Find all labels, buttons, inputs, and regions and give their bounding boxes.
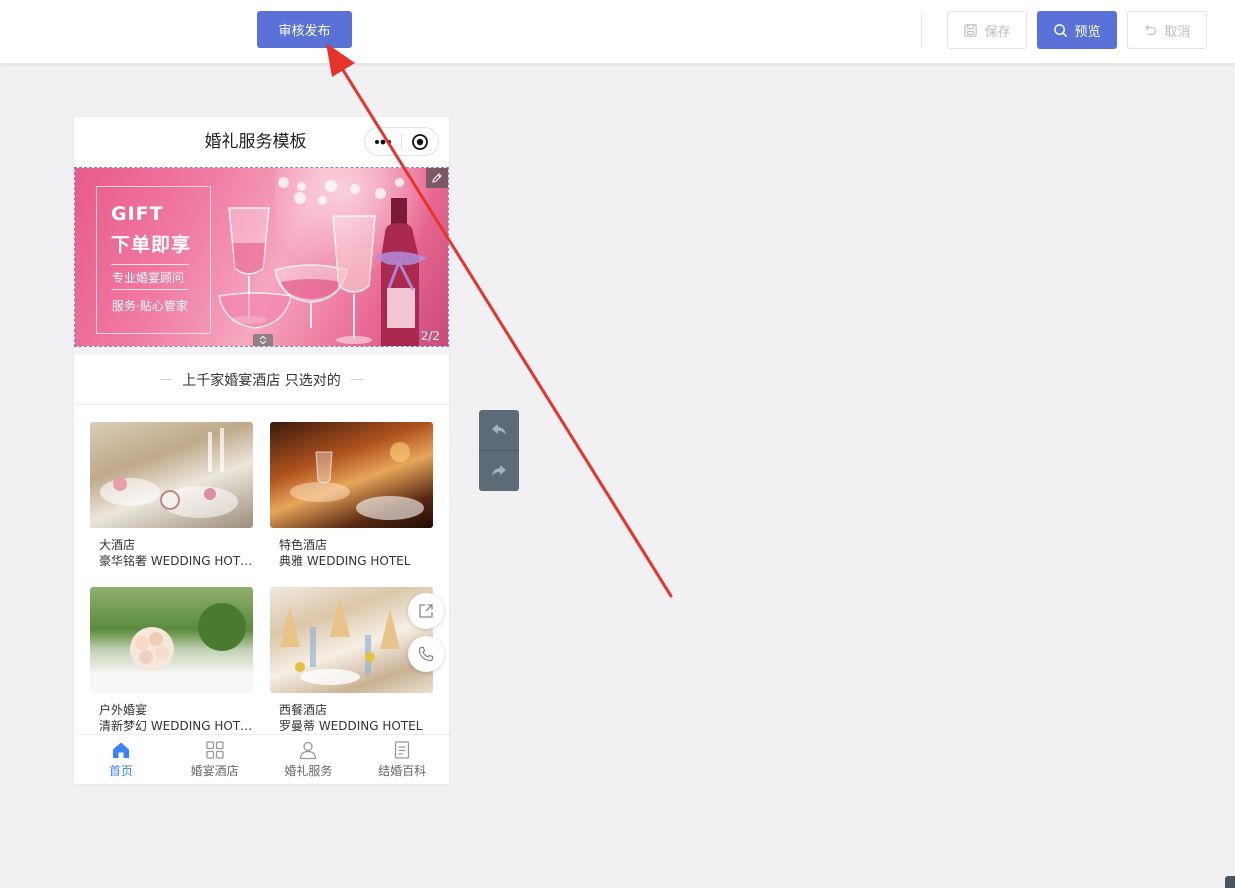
call-button[interactable] — [408, 636, 444, 672]
banner-page-counter: 2/2 — [420, 329, 440, 343]
bokeh-dot — [278, 177, 289, 188]
miniapp-capsule[interactable] — [364, 127, 439, 156]
hotel-name: 特色酒店 — [279, 538, 328, 552]
tab-encyclopedia[interactable]: 结婚百科 — [355, 735, 449, 784]
bottom-tab-bar: 首页 婚宴酒店 婚礼服务 结婚百科 — [74, 734, 449, 784]
hotel-desc: 清新梦幻 WEDDING HOTEL — [99, 719, 253, 733]
hotel-photo — [90, 422, 253, 528]
hotel-desc: 豪华铭奢 WEDDING HOTEL — [99, 554, 253, 568]
save-button[interactable]: 保存 — [947, 11, 1027, 49]
undo-arrow-icon — [492, 424, 506, 435]
miniapp-navbar: 婚礼服务模板 — [74, 117, 449, 167]
close-miniapp-icon[interactable] — [402, 128, 438, 155]
more-icon[interactable] — [365, 128, 401, 155]
resize-handle-icon[interactable] — [253, 334, 273, 346]
share-button[interactable] — [408, 593, 444, 629]
save-icon — [964, 23, 978, 37]
section-header: 上千家婚宴酒店 只选对的 — [74, 355, 449, 405]
hotel-desc: 典雅 WEDDING HOTEL — [279, 554, 411, 568]
top-toolbar: 审核发布 保存 预览 取消 — [0, 0, 1235, 64]
redo-button[interactable] — [479, 451, 519, 491]
tab-label: 婚宴酒店 — [190, 764, 239, 778]
publish-button[interactable]: 审核发布 — [257, 11, 352, 48]
hotel-card[interactable]: 特色酒店 典雅 WEDDING HOTEL — [270, 422, 433, 569]
tab-label: 结婚百科 — [378, 764, 427, 778]
bokeh-dot — [325, 180, 337, 192]
hotel-card[interactable]: 大酒店 豪华铭奢 WEDDING HOTEL — [90, 422, 253, 569]
share-icon — [419, 604, 433, 618]
preview-button-label: 预览 — [1074, 24, 1101, 40]
banner-heading-cn: 下单即享 — [111, 234, 192, 256]
banner-carousel[interactable]: GIFT 下单即享 专业婚宴顾问 服务·贴心管家 2/2 — [74, 167, 449, 347]
bokeh-dot — [297, 182, 306, 191]
banner-subtitle-1: 专业婚宴顾问 — [112, 271, 185, 285]
search-icon — [1054, 23, 1068, 37]
cancel-button-label: 取消 — [1164, 24, 1191, 40]
hotel-card[interactable]: 户外婚宴 清新梦幻 WEDDING HOTEL — [90, 587, 253, 734]
tab-label: 婚礼服务 — [284, 764, 333, 778]
cancel-button[interactable]: 取消 — [1127, 11, 1207, 49]
document-icon — [394, 741, 410, 759]
banner-heading-en: GIFT — [111, 203, 164, 225]
phone-preview: 婚礼服务模板 GIFT 下单即享 专业婚宴顾问 服务·贴心管家 2/2 上千家婚… — [74, 117, 449, 784]
edit-pencil-icon[interactable] — [426, 168, 448, 188]
preview-button[interactable]: 预览 — [1037, 11, 1117, 49]
tab-home[interactable]: 首页 — [74, 735, 168, 784]
redo-arrow-icon — [492, 465, 506, 476]
home-icon — [112, 742, 129, 758]
hotel-name: 西餐酒店 — [279, 703, 328, 717]
title-dash-left — [160, 379, 173, 380]
grid-icon — [205, 741, 224, 759]
hotel-name: 户外婚宴 — [99, 703, 148, 717]
user-icon — [300, 741, 317, 760]
undo-button[interactable] — [479, 410, 519, 450]
tab-label: 首页 — [108, 764, 133, 778]
hotel-name: 大酒店 — [99, 538, 136, 552]
undo-icon — [1145, 24, 1157, 35]
wine-glasses-illustration — [218, 198, 427, 346]
history-panel — [479, 410, 519, 491]
save-button-label: 保存 — [984, 24, 1011, 40]
toolbar-divider — [921, 12, 922, 48]
section-title-text: 上千家婚宴酒店 只选对的 — [182, 372, 341, 389]
phone-icon — [418, 646, 434, 662]
bokeh-dot — [395, 178, 404, 187]
tab-hotels[interactable]: 婚宴酒店 — [168, 735, 262, 784]
hotel-photo — [90, 587, 253, 693]
corner-tab[interactable] — [1225, 876, 1235, 888]
tab-services[interactable]: 婚礼服务 — [262, 735, 356, 784]
banner-rule — [111, 264, 189, 265]
banner-rule — [111, 289, 189, 290]
hotel-desc: 罗曼蒂 WEDDING HOTEL — [279, 719, 423, 733]
title-dash-right — [350, 379, 363, 380]
banner-subtitle-2: 服务·贴心管家 — [112, 299, 188, 313]
hotel-photo — [270, 422, 433, 528]
section-gap — [74, 347, 449, 355]
bokeh-dot — [350, 184, 360, 194]
